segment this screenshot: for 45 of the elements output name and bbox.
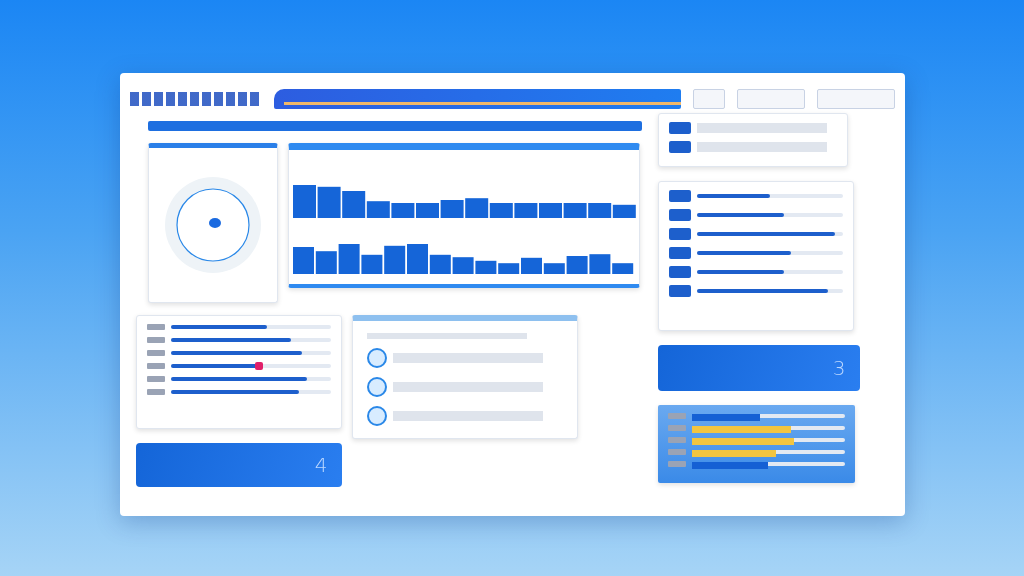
chart-bar	[440, 200, 464, 218]
row-label	[667, 413, 686, 419]
chart-bar	[452, 257, 474, 274]
chart-bar	[489, 203, 513, 218]
summary-value: 4	[314, 453, 328, 477]
chart-bar	[315, 251, 337, 274]
status-icon	[366, 406, 387, 426]
row-label	[667, 461, 686, 467]
slider[interactable]	[170, 364, 331, 368]
chart-bar	[390, 203, 414, 218]
input-field[interactable]	[736, 89, 805, 109]
tag-icon	[668, 247, 691, 259]
tag-icon	[668, 285, 691, 297]
row-label	[146, 389, 165, 395]
chart-bar	[292, 247, 314, 274]
row-label	[146, 376, 165, 382]
tag-icon	[668, 266, 691, 278]
tab-strip[interactable]	[147, 121, 642, 131]
row-label	[667, 425, 686, 431]
tag-icon	[668, 228, 691, 240]
input-field[interactable]	[692, 89, 725, 109]
chart-bar	[563, 203, 587, 218]
tag-icon	[668, 209, 691, 221]
chart-bar	[538, 203, 562, 218]
row-label	[146, 337, 165, 343]
tag-icon	[668, 190, 691, 202]
row-label	[146, 363, 165, 369]
tag-icon	[668, 122, 691, 134]
status-icon	[366, 377, 387, 397]
chart-bar	[415, 203, 439, 218]
tag-icon	[668, 141, 691, 153]
chart-bar	[292, 185, 316, 218]
chart-bar	[317, 186, 341, 218]
row-label	[667, 449, 686, 455]
chart-bar	[612, 204, 636, 218]
chart-bar	[587, 203, 611, 218]
input-field[interactable]	[816, 89, 895, 109]
chart-bar	[464, 198, 488, 218]
chart-bar	[513, 203, 537, 218]
row-label	[667, 437, 686, 443]
chart-bar	[474, 260, 496, 274]
row-label	[146, 350, 165, 356]
row-label	[146, 324, 165, 330]
status-icon	[366, 348, 387, 368]
summary-value: 3	[832, 356, 846, 380]
